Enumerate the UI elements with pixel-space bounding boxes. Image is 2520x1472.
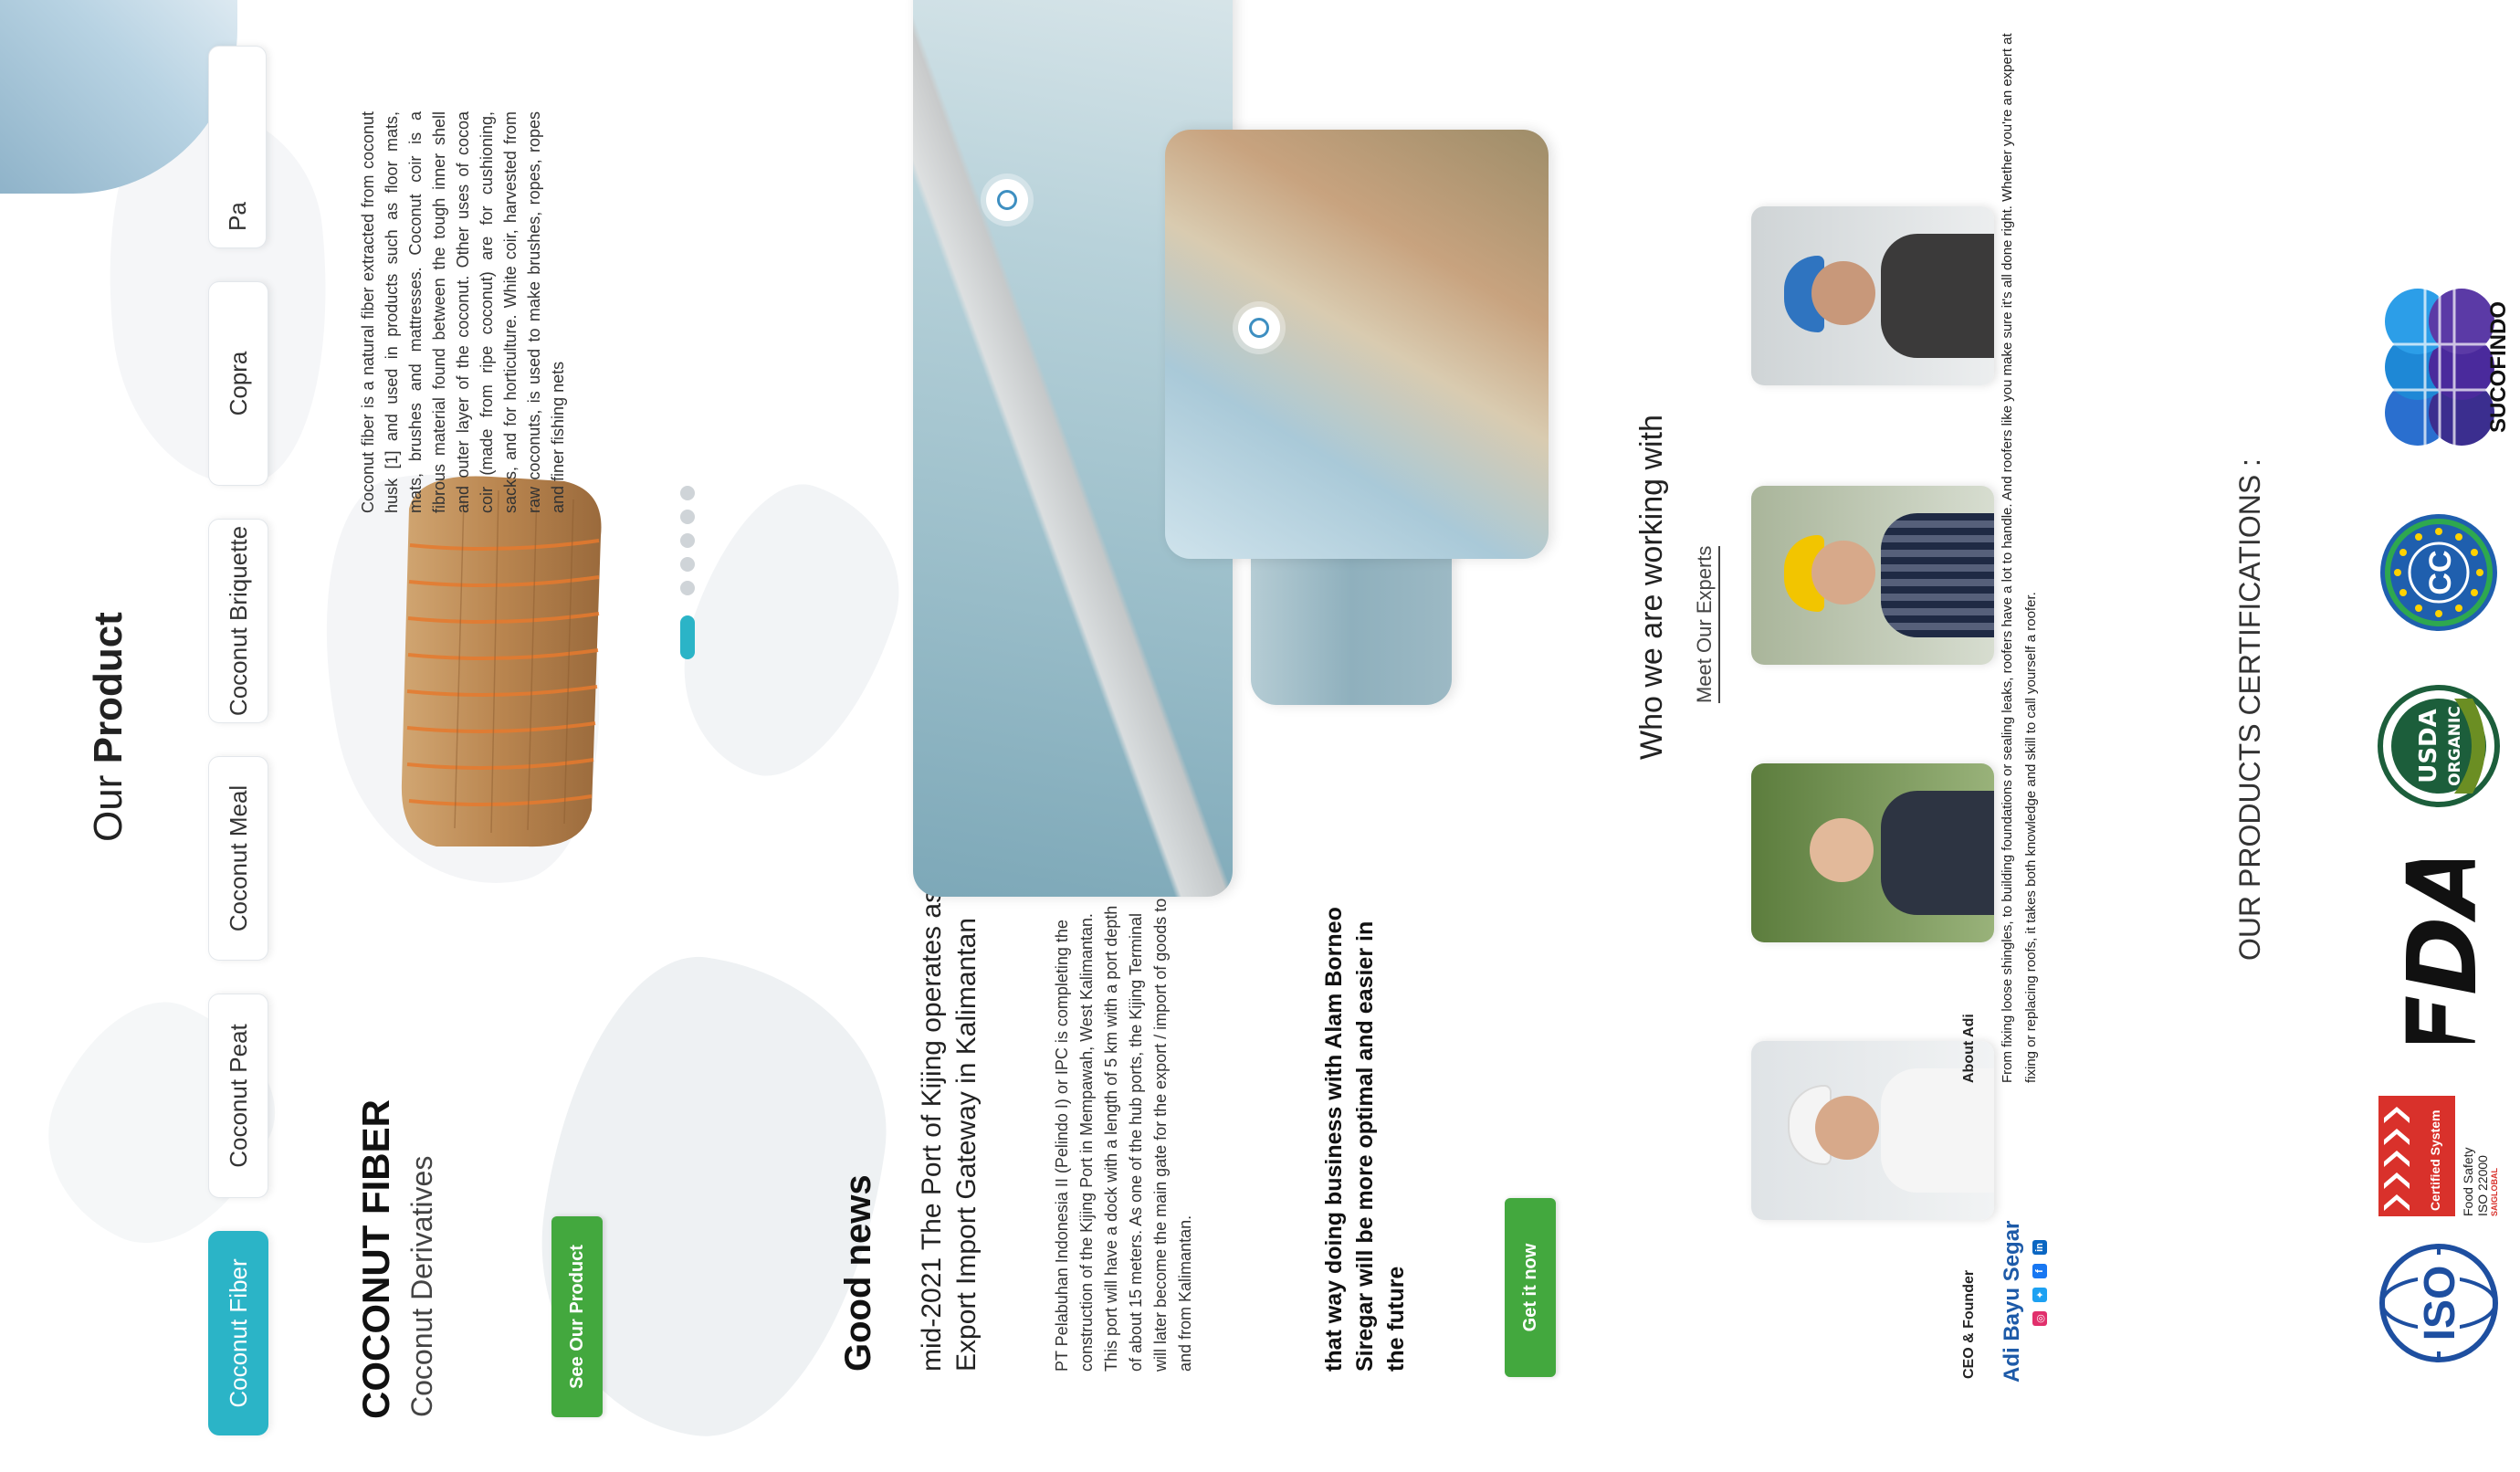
tab-coconut-meal[interactable]: Coconut Meal [208,756,268,961]
carousel-dot[interactable] [680,486,695,500]
usda-seal-icon: USDA ORGANIC [2378,685,2500,807]
sucofindo-logo: SUCOFINDO [2370,258,2507,468]
shirt-shape [1881,1068,1994,1193]
carousel-dot-active[interactable] [680,615,695,659]
tab-label: Coconut Peat [224,1024,252,1168]
product-subtitle: Coconut Derivatives [405,1155,438,1417]
tab-label: Coconut Meal [224,784,252,932]
product-title-bold: Product [86,612,131,764]
social-links: ◎ ✦ f in [2032,1240,2047,1326]
face-shape [1815,1096,1879,1160]
about-label: About Adi [1961,1014,1977,1083]
tab-coconut-briquette[interactable]: Coconut Briquette [208,519,268,723]
carousel-dot[interactable] [680,510,695,524]
expert-card[interactable] [1751,206,1994,385]
certified-system-label: Certified System [2428,1109,2442,1211]
shirt-shape [1881,791,1994,915]
product-name: COCONUT FIBER [354,1099,397,1419]
svg-text:SUCOFINDO: SUCOFINDO [2486,301,2507,433]
certified-line-2: ISO 22000 [2475,1155,2490,1216]
expert-card[interactable] [1751,486,1994,665]
carousel-dot[interactable] [680,557,695,572]
news-body: PT Pelabuhan Indonesia II (Pelindo I) or… [1053,898,1194,1372]
carousel-dot[interactable] [680,581,695,595]
facebook-icon[interactable]: f [2032,1264,2047,1278]
tab-label: Coconut Fiber [224,1258,252,1408]
carousel-dot[interactable] [680,533,695,548]
chevrons-icon [2384,1107,2410,1211]
svg-text:FDA: FDA [2387,860,2494,1043]
svg-text:USDA: USDA [2415,709,2442,783]
svg-text:CC: CC [2423,550,2458,594]
location-pin-icon [1238,307,1280,349]
tab-copra[interactable]: Copra [208,281,268,486]
coconut-fiber-image [401,476,602,847]
news-tagline: that way doing business with Alam Borneo… [1321,907,1409,1372]
tab-label: Pa [223,202,251,231]
cc-logo: CC [2370,504,2507,641]
team-subtitle-prefix: Meet [1693,658,1716,703]
sucofindo-globe-icon: SUCOFINDO [2385,285,2507,449]
product-title-prefix: Our [86,774,131,842]
usda-organic-logo: USDA ORGANIC [2370,678,2507,815]
team-section-title: Who we are working with [1634,415,1669,760]
team-subtitle-link: Our Experts [1693,545,1716,653]
face-shape [1810,818,1874,882]
iso-globe-icon: ISO [2379,1244,2498,1362]
certified-system-badge: Certified System [2378,1096,2455,1216]
shirt-shape [1881,234,1994,358]
tab-label: Copra [224,351,252,416]
ceo-role: CEO & Founder [1961,1269,1977,1379]
ceo-name: Adi Bayu Segar [2000,1220,2024,1383]
news-headline: mid-2021 The Port of Kijing operates as … [917,851,982,1372]
certified-line-3: SAIGLOBAL [2490,1168,2499,1216]
cc-eu-icon: CC [2380,514,2497,631]
viewport: Our Product Coconut Fiber Coconut Peat C… [0,0,2520,1472]
svg-text:ORGANIC: ORGANIC [2446,706,2464,786]
product-tabs: Coconut Fiber Coconut Peat Coconut Meal … [208,0,268,1457]
news-section-title: Good news [838,1174,878,1372]
iso-logo: ISO [2370,1235,2507,1372]
port-construction-photo [1165,130,1549,559]
svg-text:ISO: ISO [2416,1266,2464,1341]
fda-mark-icon: FDA [2387,860,2494,1043]
meet-our-experts-link[interactable]: Meet Our Experts [1693,545,1720,703]
product-section-title: Our Product [86,612,131,842]
face-shape [1811,261,1875,325]
get-it-now-button[interactable]: Get it now [1505,1198,1556,1377]
about-text: From fixing loose shingles, to building … [2000,33,2039,1083]
expert-card[interactable] [1751,763,1994,942]
tab-partial[interactable]: Pa [208,46,267,248]
product-description: Coconut fiber is a natural fiber extract… [359,111,567,513]
page: Our Product Coconut Fiber Coconut Peat C… [0,0,2520,1472]
certified-line-1: Food Safety [2461,1147,2475,1217]
product-carousel-dots [680,449,698,659]
tab-coconut-peat[interactable]: Coconut Peat [208,994,268,1198]
twitter-icon[interactable]: ✦ [2032,1288,2047,1302]
expert-card[interactable] [1751,1041,1994,1220]
fda-logo: FDA [2370,860,2507,1043]
linkedin-icon[interactable]: in [2032,1240,2047,1255]
face-shape [1811,541,1875,605]
shirt-shape [1881,513,1994,637]
see-our-product-button[interactable]: See Our Product [551,1216,603,1417]
tab-coconut-fiber[interactable]: Coconut Fiber [208,1231,268,1435]
location-pin-icon [986,179,1028,221]
certifications-title: OUR PRODUCTS CERTIFICATIONS : [2233,458,2266,961]
tab-label: Coconut Briquette [224,525,252,717]
instagram-icon[interactable]: ◎ [2032,1311,2047,1326]
certified-system-logo: Certified System Food Safety ISO 22000 S… [2370,1079,2507,1216]
